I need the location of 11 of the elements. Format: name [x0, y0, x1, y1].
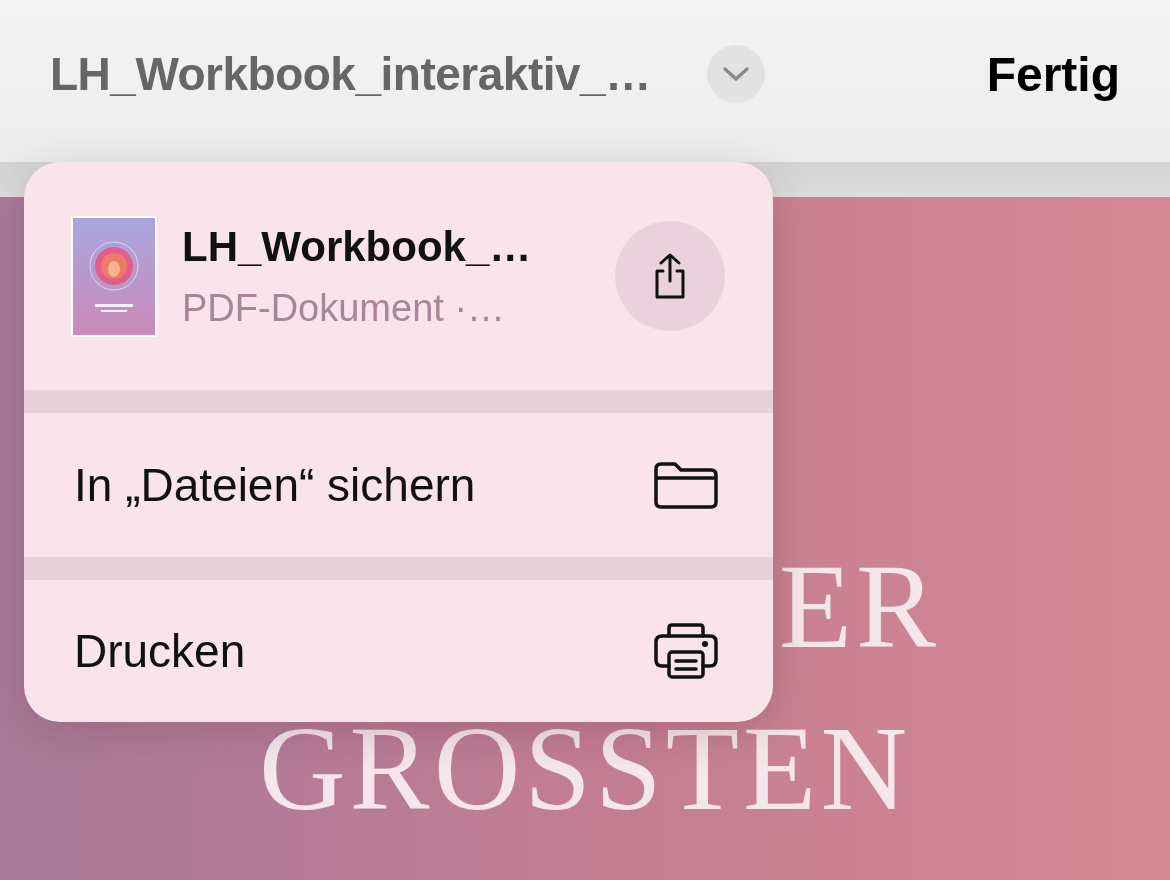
heading-text: ER	[778, 542, 940, 672]
done-button[interactable]: Fertig	[986, 46, 1120, 102]
file-name: LH_Workbook_…	[182, 222, 533, 271]
folder-icon	[653, 460, 719, 510]
menu-item[interactable]: In „Dateien“ sichern	[24, 413, 773, 557]
heading-text: GROSSTEN	[258, 724, 912, 814]
chevron-down-icon	[720, 65, 751, 83]
printer-icon	[653, 622, 719, 680]
document-title[interactable]: LH_Workbook_interaktiv_…	[50, 47, 651, 101]
menu-item[interactable]: Drucken	[24, 580, 773, 722]
file-details: PDF-Dokument ·…	[182, 286, 507, 330]
